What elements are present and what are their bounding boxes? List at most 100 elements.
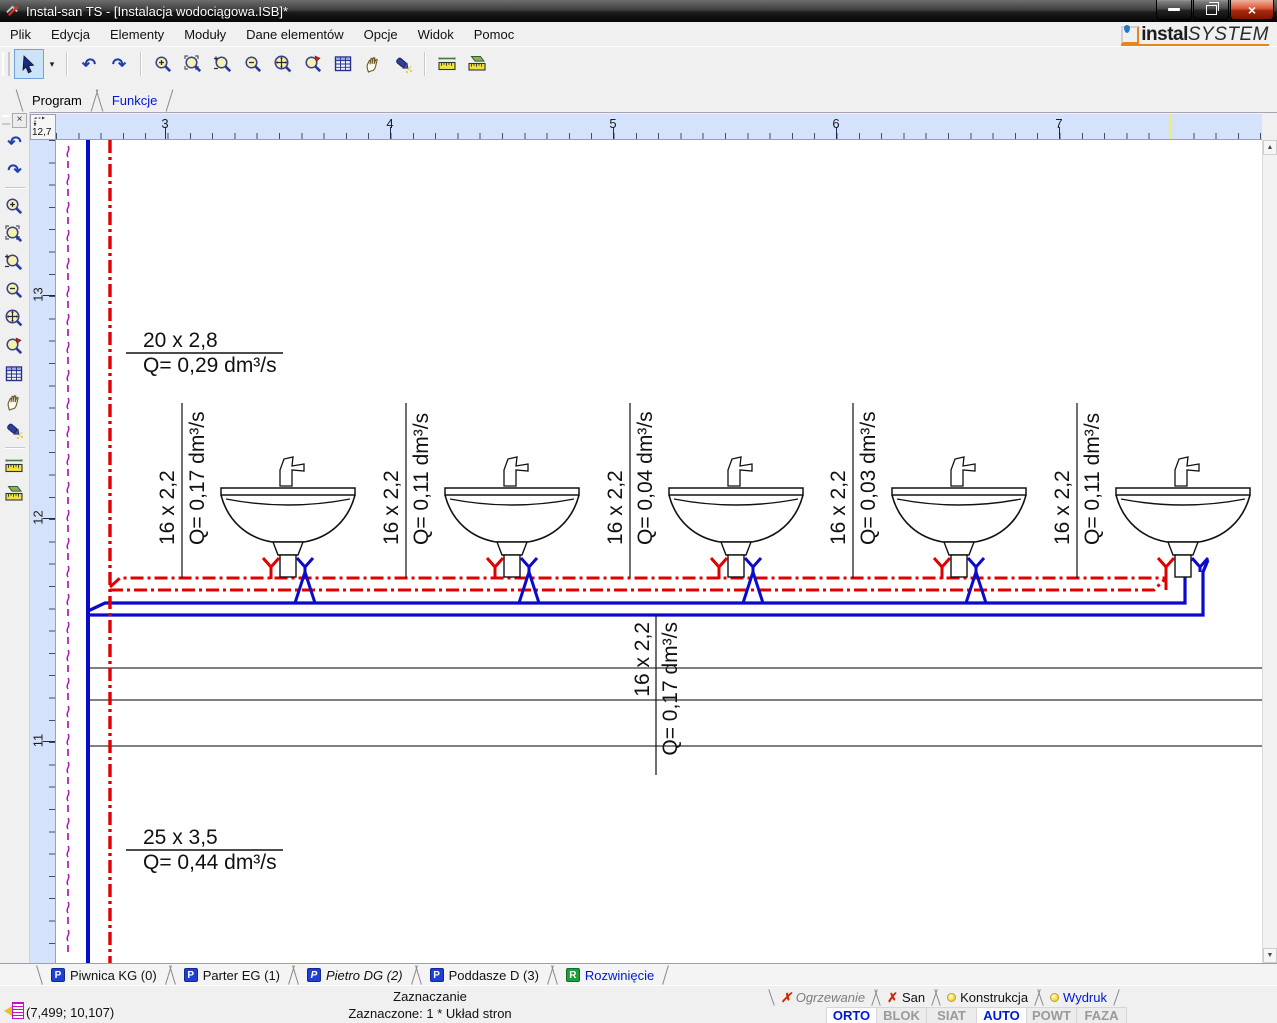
ruler-number: 5	[609, 116, 616, 131]
highlight-button[interactable]	[388, 49, 418, 79]
sink-fixture[interactable]: 16 x 2,2 Q= 0,04 dm³/s	[604, 403, 803, 603]
scroll-up-button[interactable]: ▲	[1263, 140, 1277, 155]
menu-opcje[interactable]: Opcje	[354, 24, 408, 45]
menu-widok[interactable]: Widok	[408, 24, 464, 45]
measure-area-button[interactable]	[1, 480, 28, 508]
zoom-in-out-button[interactable]	[1, 248, 28, 276]
pipe-flow-label: Q= 0,03 dm³/s	[857, 411, 880, 545]
sheet-tab-parter[interactable]: P Parter EG (1)	[167, 964, 297, 986]
minimize-button[interactable]	[1156, 0, 1192, 20]
menu-elementy[interactable]: Elementy	[100, 24, 174, 45]
toggle-faza[interactable]: FAZA	[1077, 1007, 1127, 1023]
zoom-in-button[interactable]	[148, 49, 178, 79]
pipe-dim-label: 20 x 2,8	[143, 329, 218, 352]
chevron-down-icon: ▾	[50, 59, 55, 70]
cold-connection	[743, 558, 763, 603]
sheet-tab-rozwiniecie[interactable]: R Rozwinięcie	[549, 964, 671, 986]
zoom-extents-icon	[4, 308, 25, 329]
menu-moduly[interactable]: Moduły	[174, 24, 236, 45]
pan-button[interactable]	[1, 388, 28, 416]
zoom-in-out-icon	[4, 252, 25, 273]
zoom-in-out-button[interactable]	[208, 49, 238, 79]
sink-fixture[interactable]: 16 x 2,2 Q= 0,11 dm³/s	[1051, 403, 1250, 590]
menu-dane-elementow[interactable]: Dane elementów	[236, 24, 354, 45]
riser-label-top[interactable]: 20 x 2,8 Q= 0,29 dm³/s	[126, 329, 283, 377]
toggle-siat[interactable]: SIAT	[927, 1007, 977, 1023]
highlight-button[interactable]	[1, 416, 28, 444]
zoom-options-button[interactable]	[298, 49, 328, 79]
sink-fixture[interactable]: 16 x 2,2 Q= 0,17 dm³/s	[156, 403, 355, 603]
select-tool-dropdown[interactable]: ▾	[44, 49, 60, 79]
zoom-extents-button[interactable]	[268, 49, 298, 79]
tab-program[interactable]: Program	[14, 88, 100, 112]
redo-button[interactable]: ↷	[1, 156, 28, 184]
layer-tab-konstrukcja[interactable]: Konstrukcja	[933, 989, 1042, 1006]
pipe-dim-label: 16 x 2,2	[827, 470, 850, 545]
data-table-button[interactable]	[328, 49, 358, 79]
sheet-tab-pietro[interactable]: P Pietro DG (2)	[290, 964, 420, 986]
ruler-number: 13	[31, 287, 46, 301]
undo-button[interactable]: ↶	[1, 128, 28, 156]
menu-pomoc[interactable]: Pomoc	[464, 24, 524, 45]
pipe-flow-label: Q= 0,17 dm³/s	[659, 622, 682, 756]
tab-funkcje[interactable]: Funkcje	[94, 88, 176, 112]
toolbar-grip[interactable]	[2, 52, 10, 76]
data-table-button[interactable]	[1, 360, 28, 388]
measure-length-button[interactable]	[1, 452, 28, 480]
zoom-window-button[interactable]	[178, 49, 208, 79]
view-tab-row: Program Funkcje	[0, 88, 1277, 113]
zoom-window-button[interactable]	[1, 220, 28, 248]
sink-fixture[interactable]: 16 x 2,2 Q= 0,03 dm³/s	[827, 403, 1026, 603]
sheet-tab-label: Poddasze D (3)	[449, 968, 539, 983]
restore-button[interactable]	[1193, 0, 1229, 20]
toolbar-separator	[140, 52, 142, 76]
ruler-number: 7	[1055, 116, 1062, 131]
dock-close-button[interactable]: ×	[12, 113, 27, 128]
zoom-out-button[interactable]	[238, 49, 268, 79]
hot-water-pipes[interactable]	[110, 140, 1166, 963]
sheet-tab-piwnica[interactable]: P Piwnica KG (0)	[34, 964, 174, 986]
redo-button[interactable]: ↷	[104, 49, 134, 79]
sheet-tab-label: Pietro DG (2)	[326, 968, 403, 983]
undo-button[interactable]: ↶	[74, 49, 104, 79]
layer-tab-ogrzewanie[interactable]: ✗ Ogrzewanie	[767, 989, 879, 1006]
hand-icon	[4, 392, 25, 413]
zoom-extents-button[interactable]	[1, 304, 28, 332]
mode-text: Zaznaczanie	[170, 988, 690, 1005]
sheet-tab-row: P Piwnica KG (0) P Parter EG (1) P Pietr…	[0, 963, 1277, 986]
toggle-auto[interactable]: AUTO	[977, 1007, 1027, 1023]
page-nav-icon[interactable]	[4, 1002, 24, 1020]
toggle-powt[interactable]: POWT	[1027, 1007, 1077, 1023]
branch-label[interactable]: 16 x 2,2 Q= 0,17 dm³/s	[631, 615, 682, 775]
app-icon	[5, 4, 20, 19]
close-button[interactable]: ×	[1230, 0, 1274, 20]
toggle-blok[interactable]: BLOK	[877, 1007, 927, 1023]
sink-fixture[interactable]: 16 x 2,2 Q= 0,11 dm³/s	[380, 403, 579, 603]
zoom-options-button[interactable]	[1, 332, 28, 360]
hot-connection	[487, 558, 503, 579]
layer-tab-san[interactable]: ✗ San	[873, 989, 939, 1006]
zoom-in-button[interactable]	[1, 192, 28, 220]
drawing-canvas[interactable]: 20 x 2,8 Q= 0,29 dm³/s 25 x 3,5 Q= 0,44 …	[56, 140, 1262, 963]
pan-button[interactable]	[358, 49, 388, 79]
sheet-tab-poddasze[interactable]: P Poddasze D (3)	[413, 964, 556, 986]
circulation-pipe[interactable]	[67, 146, 69, 958]
measure-area-button[interactable]	[462, 49, 492, 79]
riser-label-bottom[interactable]: 25 x 3,5 Q= 0,44 dm³/s	[126, 826, 283, 874]
layer-tab-wydruk[interactable]: Wydruk	[1036, 989, 1121, 1006]
measure-length-button[interactable]	[432, 49, 462, 79]
select-tool-button[interactable]	[14, 49, 44, 79]
ruler-icon	[437, 54, 458, 75]
menu-plik[interactable]: Plik	[0, 24, 41, 45]
scroll-down-button[interactable]: ▼	[1263, 948, 1277, 963]
dock-grip[interactable]	[2, 115, 10, 125]
zoom-window-icon	[4, 224, 25, 245]
cold-water-pipes[interactable]	[88, 140, 1208, 963]
ruler-origin-box[interactable]: 12,7	[30, 114, 56, 140]
toggle-orto[interactable]: ORTO	[826, 1007, 877, 1023]
ruler-number: 4	[386, 116, 393, 131]
zoom-out-button[interactable]	[1, 276, 28, 304]
zoom-options-icon	[303, 54, 324, 75]
vertical-scrollbar[interactable]: ▲ ▼	[1262, 140, 1277, 963]
menu-edycja[interactable]: Edycja	[41, 24, 100, 45]
